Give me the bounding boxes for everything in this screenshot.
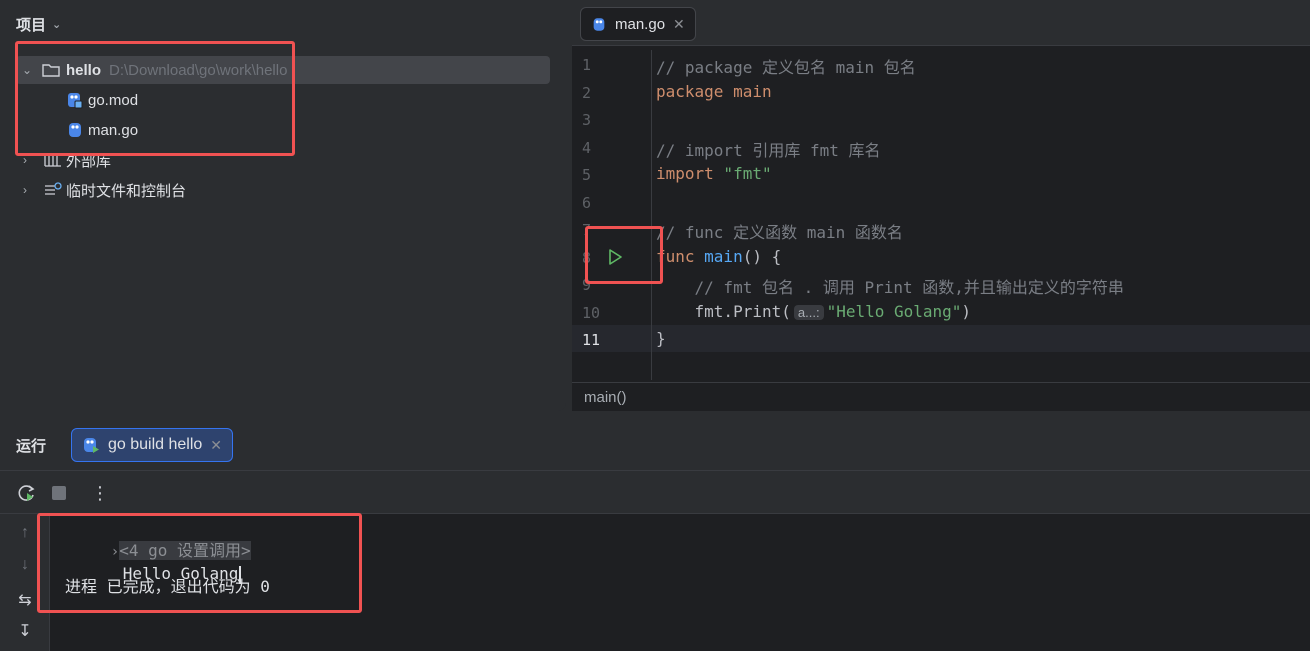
code-line-8[interactable]: func main() { <box>656 247 781 266</box>
scratches-label: 临时文件和控制台 <box>66 182 187 200</box>
chevron-right-icon: › <box>23 183 27 197</box>
editor-tab-bar: man.go ✕ <box>572 0 1310 46</box>
arrow-down-icon[interactable]: ↓ <box>13 556 37 580</box>
tree-root-hello[interactable]: ⌄ hello D:\Download\go\work\hello <box>16 56 550 84</box>
string-literal: "fmt" <box>713 164 772 183</box>
line-number: 3 <box>582 111 592 129</box>
run-panel: 运行 go build hello ✕ ⋮ ↑ ↓ ⇆ ↧ ›<4 go 设置调… <box>0 417 1310 651</box>
file-name: go.mod <box>88 91 139 109</box>
breadcrumb-item[interactable]: main() <box>584 389 627 406</box>
chevron-right-icon: › <box>23 153 27 167</box>
close-icon[interactable]: ✕ <box>210 437 222 454</box>
punctuation: () { <box>742 247 782 266</box>
keyword: package <box>656 82 724 101</box>
root-path: D:\Download\go\work\hello <box>109 61 288 79</box>
parameter-hint: a...: <box>793 305 824 320</box>
line-number: 1 <box>582 56 592 74</box>
line-number: 9 <box>582 276 592 294</box>
code-line-10[interactable]: fmt.Print(a...: "Hello Golang") <box>656 302 972 321</box>
tab-man-go[interactable]: man.go ✕ <box>580 7 696 41</box>
go-run-icon <box>82 436 100 454</box>
run-config-tab[interactable]: go build hello ✕ <box>71 428 234 462</box>
console-output[interactable]: ›<4 go 设置调用> Hello Golang 进程 已完成，退出代码为 0 <box>50 514 1310 651</box>
close-icon[interactable]: ✕ <box>673 16 685 33</box>
tree-item-scratches[interactable]: › 临时文件和控制台 <box>18 176 186 204</box>
code-line-2[interactable]: package main <box>656 82 772 101</box>
run-side-toolbar: ↑ ↓ ⇆ ↧ <box>0 514 50 651</box>
root-name: hello <box>66 61 102 79</box>
line-number: 5 <box>582 166 592 184</box>
chevron-down-icon: ⌄ <box>52 19 62 31</box>
code-line-7[interactable]: // func 定义函数 main 函数名 <box>656 219 903 243</box>
package-ref: fmt. <box>656 302 734 321</box>
line-number: 4 <box>582 139 592 157</box>
line-number: 2 <box>582 84 592 102</box>
console-exit-line: 进程 已完成，退出代码为 0 <box>65 577 270 596</box>
rerun-icon[interactable] <box>15 481 39 505</box>
project-header[interactable]: 项目 ⌄ <box>16 14 61 35</box>
function-call: Print <box>733 302 782 321</box>
project-title: 项目 <box>16 17 47 34</box>
code-line-1[interactable]: // package 定义包名 main 包名 <box>656 54 916 78</box>
go-file-icon <box>591 16 607 33</box>
tree-item-go-mod[interactable]: go.mod <box>66 86 138 114</box>
scroll-to-end-icon[interactable]: ↧ <box>13 621 37 645</box>
package-name: main <box>723 82 772 101</box>
function-name: main <box>694 247 743 266</box>
file-name: man.go <box>88 121 139 139</box>
current-line-highlight <box>572 325 1310 352</box>
stop-icon[interactable] <box>47 481 71 505</box>
line-number: 10 <box>582 304 601 322</box>
more-options-icon[interactable]: ⋮ <box>88 481 112 505</box>
tab-label: man.go <box>615 15 666 33</box>
run-title: 运行 <box>16 438 47 455</box>
code-line-4[interactable]: // import 引用库 fmt 库名 <box>656 137 881 161</box>
code-line-5[interactable]: import "fmt" <box>656 164 772 183</box>
project-panel: 项目 ⌄ ⌄ hello D:\Download\go\work\hello g… <box>0 0 566 411</box>
chevron-down-icon: ⌄ <box>21 63 33 77</box>
run-tab-label: go build hello <box>108 436 203 453</box>
keyword: func <box>656 247 695 266</box>
scratches-icon <box>44 182 62 198</box>
folder-icon <box>42 63 60 77</box>
gomod-file-icon <box>66 91 84 109</box>
tree-item-external-libs[interactable]: › 外部库 <box>18 146 111 174</box>
soft-wrap-icon[interactable]: ⇆ <box>13 590 37 614</box>
editor-panel: man.go ✕ 1 2 3 4 5 6 7 8 9 10 11 // pack… <box>572 0 1310 411</box>
line-number: 7 <box>582 221 592 239</box>
gutter-divider <box>651 50 652 380</box>
string-literal: "Hello Golang" <box>826 302 962 321</box>
keyword: import <box>656 164 714 183</box>
code-line-9[interactable]: // fmt 包名 . 调用 Print 函数,并且输出定义的字符串 <box>656 274 1124 298</box>
tree-item-man-go[interactable]: man.go <box>66 116 138 144</box>
external-libs-label: 外部库 <box>66 152 112 170</box>
line-number: 6 <box>582 194 592 212</box>
code-line-11[interactable]: } <box>656 329 666 348</box>
run-toolbar: ⋮ <box>0 470 1310 514</box>
line-number: 11 <box>582 331 601 349</box>
arrow-up-icon[interactable]: ↑ <box>13 524 37 548</box>
go-file-icon <box>66 121 84 139</box>
breadcrumb[interactable]: main() <box>572 382 1310 411</box>
library-icon <box>44 153 62 167</box>
punctuation: ( <box>781 302 791 321</box>
run-gutter-icon[interactable] <box>606 248 624 266</box>
punctuation: ) <box>961 302 972 321</box>
